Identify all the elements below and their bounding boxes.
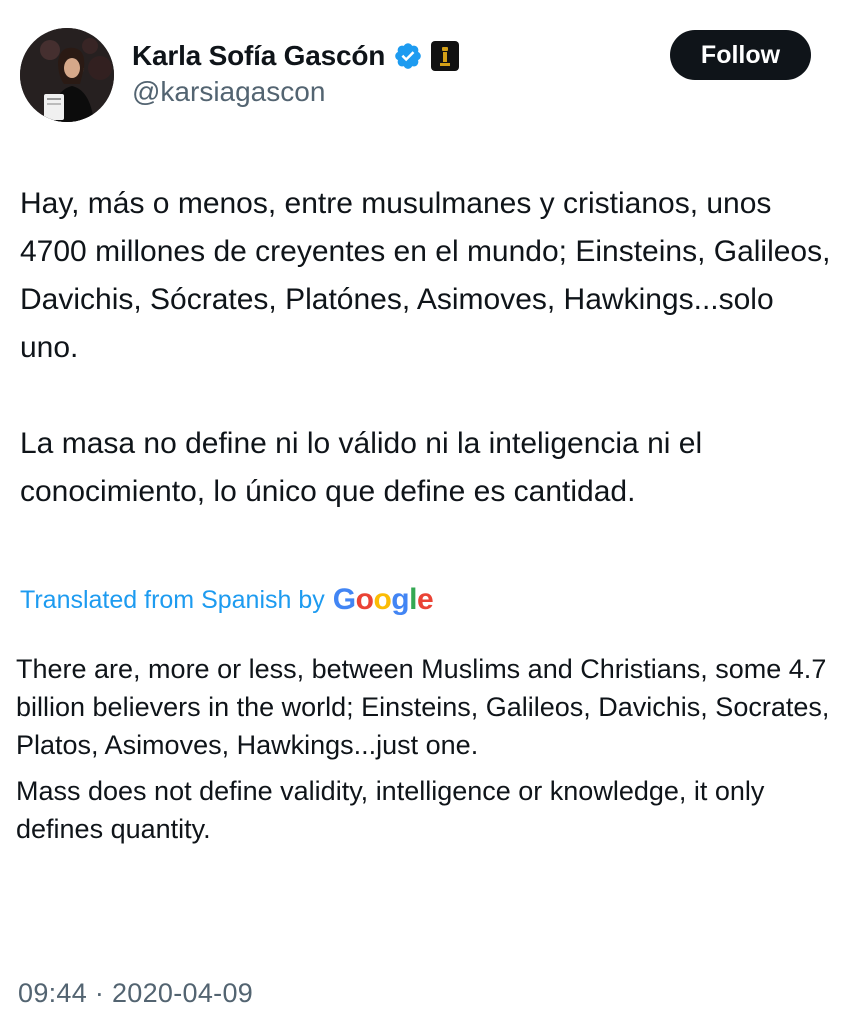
avatar[interactable] <box>20 28 114 122</box>
translated-from-link[interactable]: Translated from Spanish by <box>20 586 325 615</box>
tweet-paragraph: La masa no define ni lo válido ni la int… <box>20 427 703 508</box>
author-name-row: Karla Sofía Gascón <box>132 34 460 78</box>
tweet-text: Hay, más o menos, entre musulmanes y cri… <box>20 180 832 516</box>
translated-text: There are, more or less, between Muslims… <box>16 650 836 848</box>
author-handle[interactable]: @karsiagascon <box>132 76 325 108</box>
author-display-name[interactable]: Karla Sofía Gascón <box>132 40 385 72</box>
tweet-paragraph: Hay, más o menos, entre musulmanes y cri… <box>20 187 831 364</box>
tweet-timestamp[interactable]: 09:44 · 2020-04-09 <box>18 978 253 1009</box>
translation-attribution: Translated from Spanish by Google <box>20 580 434 620</box>
translated-paragraph: There are, more or less, between Muslims… <box>16 654 830 760</box>
avatar-photo <box>20 28 114 122</box>
translated-paragraph: Mass does not define validity, intellige… <box>16 776 765 844</box>
verified-badge-icon[interactable] <box>393 41 423 71</box>
google-logo: Google <box>332 583 434 616</box>
follow-button[interactable]: Follow <box>670 30 811 80</box>
affiliate-badge-icon[interactable] <box>431 41 460 71</box>
